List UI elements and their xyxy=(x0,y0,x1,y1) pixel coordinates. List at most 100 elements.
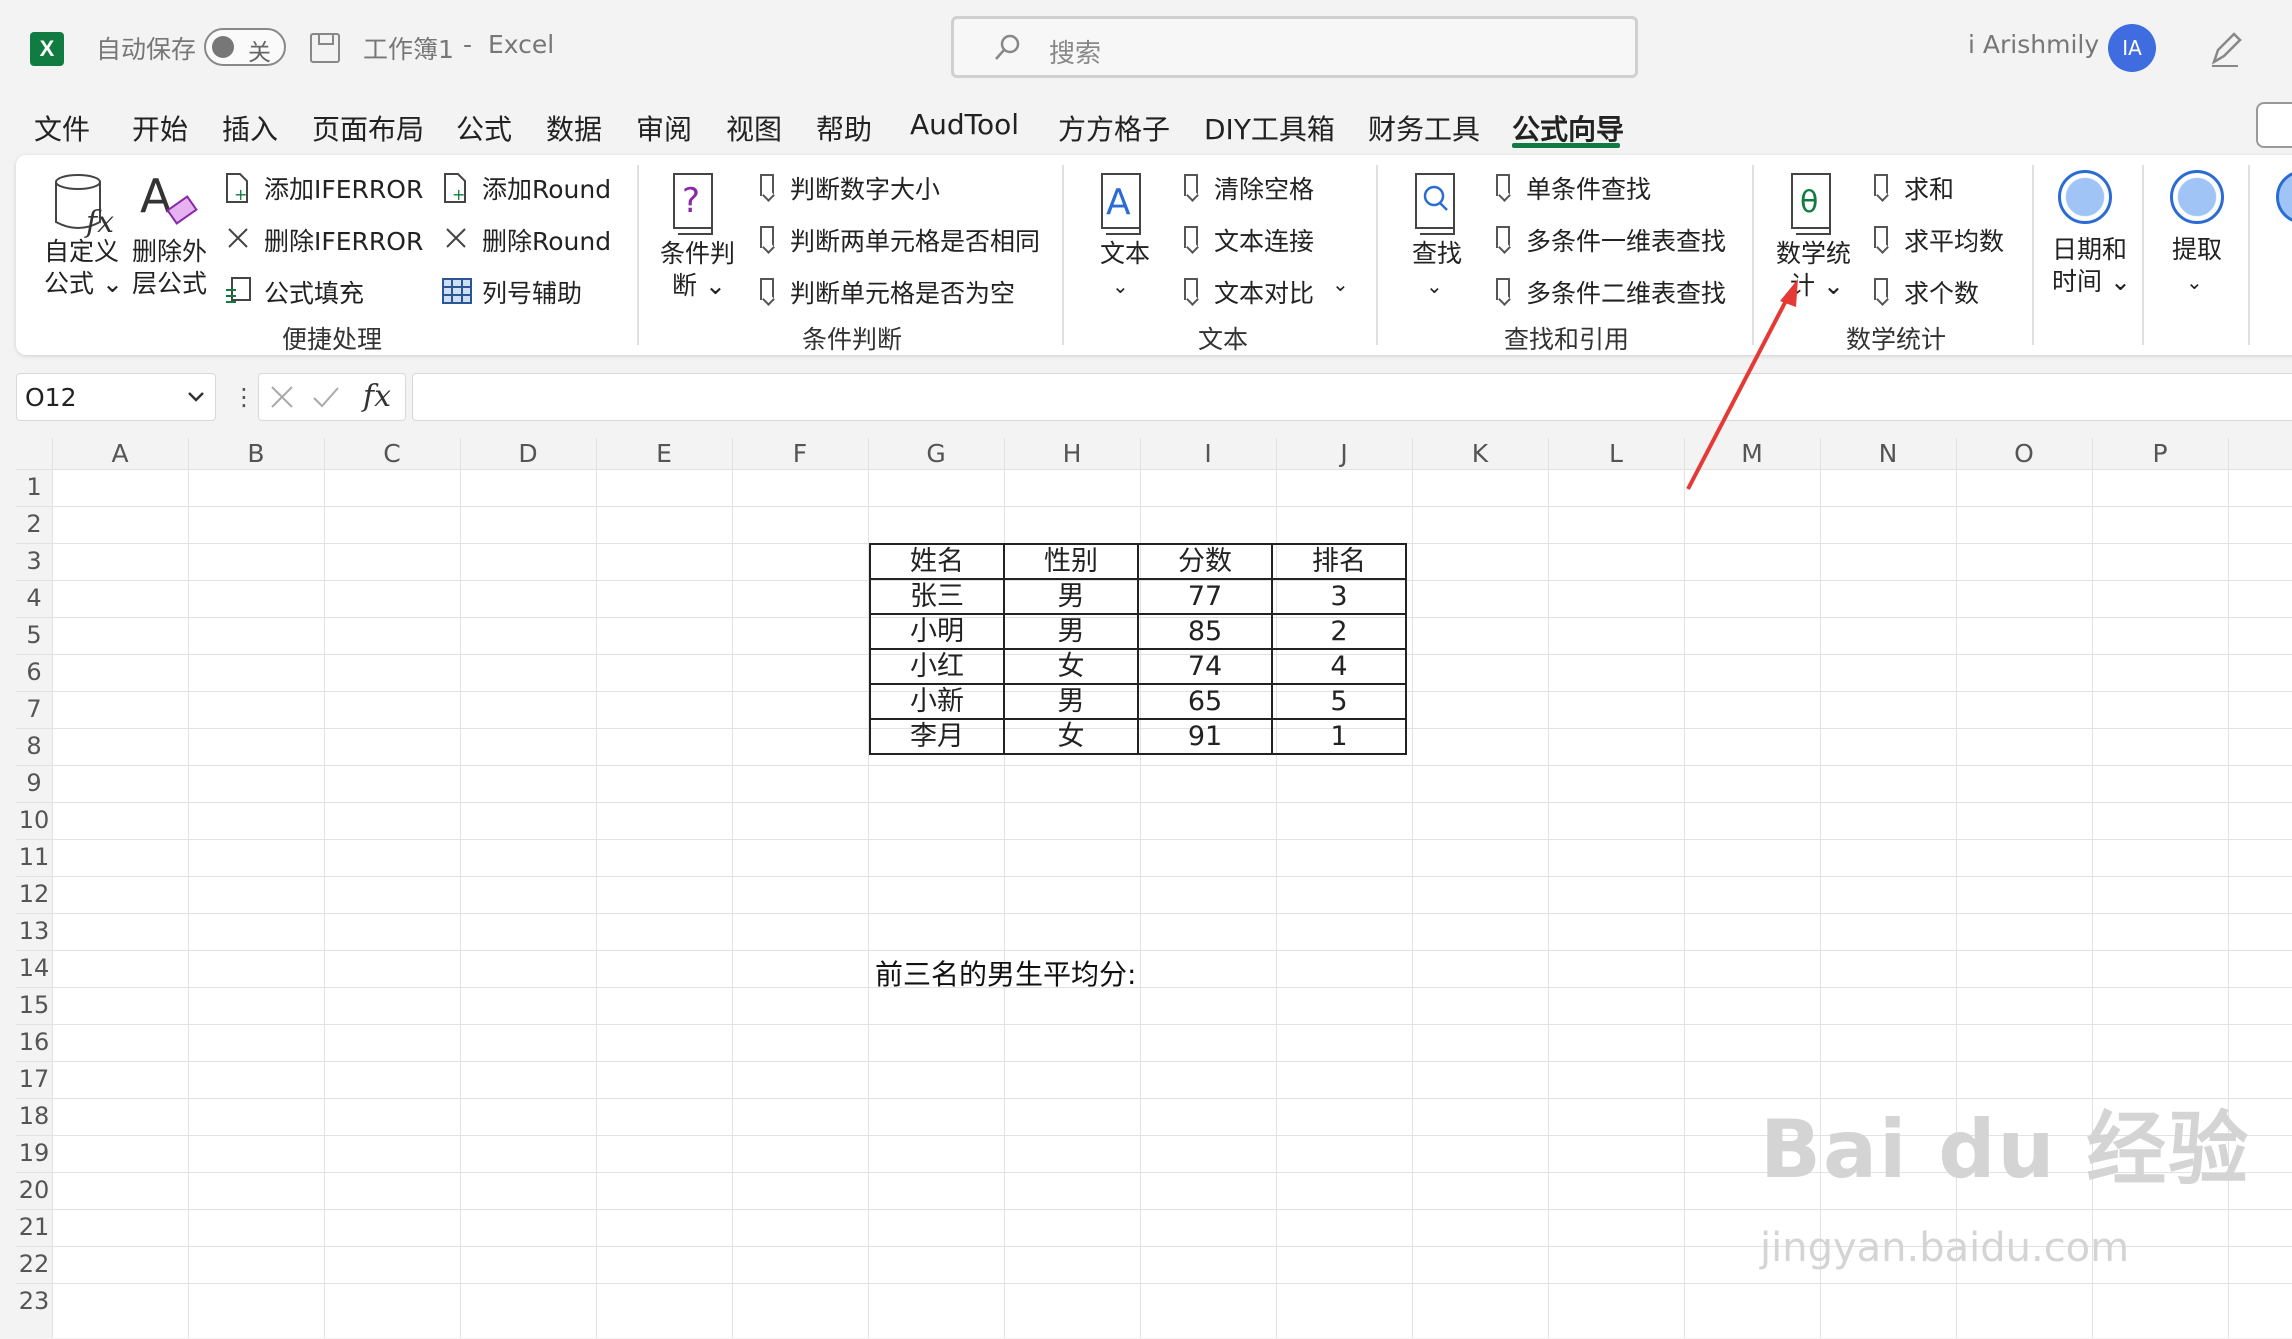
row-header-23[interactable]: 23 xyxy=(16,1287,52,1324)
row-header-10[interactable]: 10 xyxy=(16,806,52,843)
tab-insert[interactable]: 插入 xyxy=(222,108,278,148)
tab-formula-wizard[interactable]: 公式向导 xyxy=(1512,108,1624,148)
name-box[interactable]: O12 xyxy=(16,373,216,421)
table-cell[interactable]: 3 xyxy=(1271,578,1407,615)
extract-button[interactable]: 提取 ⌄ xyxy=(2172,234,2222,298)
lookup-button[interactable]: 查找 ⌄ xyxy=(1412,238,1462,302)
table-cell[interactable]: 小明 xyxy=(869,613,1005,650)
ribbon-separator xyxy=(1376,165,1378,345)
row-header-1[interactable]: 1 xyxy=(16,473,52,510)
row-header-3[interactable]: 3 xyxy=(16,547,52,584)
date-time-button[interactable]: 日期和 时间 ⌄ xyxy=(2052,234,2131,298)
table-header-cell[interactable]: 性别 xyxy=(1003,543,1139,580)
column-header-F[interactable]: F xyxy=(732,438,868,469)
column-header-N[interactable]: N xyxy=(1820,438,1956,469)
table-cell[interactable]: 77 xyxy=(1137,578,1273,615)
save-icon[interactable] xyxy=(310,33,340,63)
cancel-icon[interactable] xyxy=(269,384,295,410)
table-cell[interactable]: 女 xyxy=(1003,718,1139,755)
tab-help[interactable]: 帮助 xyxy=(816,108,872,148)
row-header-9[interactable]: 9 xyxy=(16,769,52,806)
row-header-14[interactable]: 14 xyxy=(16,954,52,991)
column-header-A[interactable]: A xyxy=(52,438,188,469)
formula-input[interactable] xyxy=(412,373,2292,421)
text-button[interactable]: 文本 ⌄ xyxy=(1100,238,1150,302)
row-header-8[interactable]: 8 xyxy=(16,732,52,769)
column-header-L[interactable]: L xyxy=(1548,438,1684,469)
column-header-J[interactable]: J xyxy=(1276,438,1412,469)
custom-formula-icon: fx xyxy=(55,174,114,238)
tab-page-layout[interactable]: 页面布局 xyxy=(312,108,424,148)
tab-file[interactable]: 文件 xyxy=(34,108,90,148)
search-box[interactable]: 搜索 xyxy=(951,16,1638,78)
autosave-toggle[interactable]: 关 xyxy=(204,28,286,66)
condition-judge-button[interactable]: 条件判 断 ⌄ xyxy=(660,238,735,302)
tab-view[interactable]: 视图 xyxy=(726,108,782,148)
row-header-20[interactable]: 20 xyxy=(16,1176,52,1213)
table-cell[interactable]: 小新 xyxy=(869,683,1005,720)
tab-fangfang[interactable]: 方方格子 xyxy=(1058,108,1170,148)
avatar[interactable]: IA xyxy=(2108,24,2156,72)
column-header-I[interactable]: I xyxy=(1140,438,1276,469)
tab-formulas[interactable]: 公式 xyxy=(456,108,512,148)
tab-data[interactable]: 数据 xyxy=(546,108,602,148)
column-header-O[interactable]: O xyxy=(1956,438,2092,469)
column-header-H[interactable]: H xyxy=(1004,438,1140,469)
row-header-5[interactable]: 5 xyxy=(16,621,52,658)
tab-finance-tools[interactable]: 财务工具 xyxy=(1368,108,1480,148)
table-cell[interactable]: 91 xyxy=(1137,718,1273,755)
row-header-6[interactable]: 6 xyxy=(16,658,52,695)
row-header-2[interactable]: 2 xyxy=(16,510,52,547)
table-header-cell[interactable]: 分数 xyxy=(1137,543,1273,580)
table-cell[interactable]: 1 xyxy=(1271,718,1407,755)
table-cell[interactable]: 小红 xyxy=(869,648,1005,685)
column-header-D[interactable]: D xyxy=(460,438,596,469)
table-cell[interactable]: 2 xyxy=(1271,613,1407,650)
remove-outer-formula-button[interactable]: 删除外 层公式 xyxy=(132,236,207,300)
row-header-17[interactable]: 17 xyxy=(16,1065,52,1102)
row-header-21[interactable]: 21 xyxy=(16,1213,52,1250)
math-book-icon: θ xyxy=(1791,173,1831,235)
table-cell[interactable]: 85 xyxy=(1137,613,1273,650)
row-header-15[interactable]: 15 xyxy=(16,991,52,1028)
column-header-E[interactable]: E xyxy=(596,438,732,469)
table-cell[interactable]: 李月 xyxy=(869,718,1005,755)
row-header-7[interactable]: 7 xyxy=(16,695,52,732)
tab-diy-toolbox[interactable]: DIY工具箱 xyxy=(1204,108,1335,148)
table-cell[interactable]: 男 xyxy=(1003,578,1139,615)
pen-icon[interactable] xyxy=(2208,28,2244,68)
custom-formula-button[interactable]: 自定义 公式 ⌄ xyxy=(44,236,123,300)
column-header-K[interactable]: K xyxy=(1412,438,1548,469)
table-header-cell[interactable]: 姓名 xyxy=(869,543,1005,580)
table-cell[interactable]: 5 xyxy=(1271,683,1407,720)
column-header-G[interactable]: G xyxy=(868,438,1004,469)
table-cell[interactable]: 74 xyxy=(1137,648,1273,685)
check-icon[interactable] xyxy=(311,384,341,410)
table-cell[interactable]: 女 xyxy=(1003,648,1139,685)
column-header-P[interactable]: P xyxy=(2092,438,2228,469)
insert-function-icon[interactable]: fx xyxy=(363,379,391,414)
table-cell[interactable]: 男 xyxy=(1003,683,1139,720)
table-cell[interactable]: 65 xyxy=(1137,683,1273,720)
row-header-4[interactable]: 4 xyxy=(16,584,52,621)
column-header-B[interactable]: B xyxy=(188,438,324,469)
more-options-icon[interactable]: ⋮ xyxy=(232,383,256,411)
row-header-12[interactable]: 12 xyxy=(16,880,52,917)
comments-icon[interactable] xyxy=(2256,102,2292,148)
tab-home[interactable]: 开始 xyxy=(132,108,188,148)
user-name[interactable]: i Arishmily xyxy=(1968,30,2099,59)
table-cell[interactable]: 张三 xyxy=(869,578,1005,615)
tab-review[interactable]: 审阅 xyxy=(636,108,692,148)
table-cell[interactable]: 男 xyxy=(1003,613,1139,650)
cell-note-text[interactable]: 前三名的男生平均分: xyxy=(875,953,1136,993)
row-header-19[interactable]: 19 xyxy=(16,1139,52,1176)
row-header-16[interactable]: 16 xyxy=(16,1028,52,1065)
column-header-C[interactable]: C xyxy=(324,438,460,469)
row-header-22[interactable]: 22 xyxy=(16,1250,52,1287)
tab-audtool[interactable]: AudTool xyxy=(910,108,1019,141)
row-header-11[interactable]: 11 xyxy=(16,843,52,880)
table-header-cell[interactable]: 排名 xyxy=(1271,543,1407,580)
row-header-18[interactable]: 18 xyxy=(16,1102,52,1139)
row-header-13[interactable]: 13 xyxy=(16,917,52,954)
table-cell[interactable]: 4 xyxy=(1271,648,1407,685)
